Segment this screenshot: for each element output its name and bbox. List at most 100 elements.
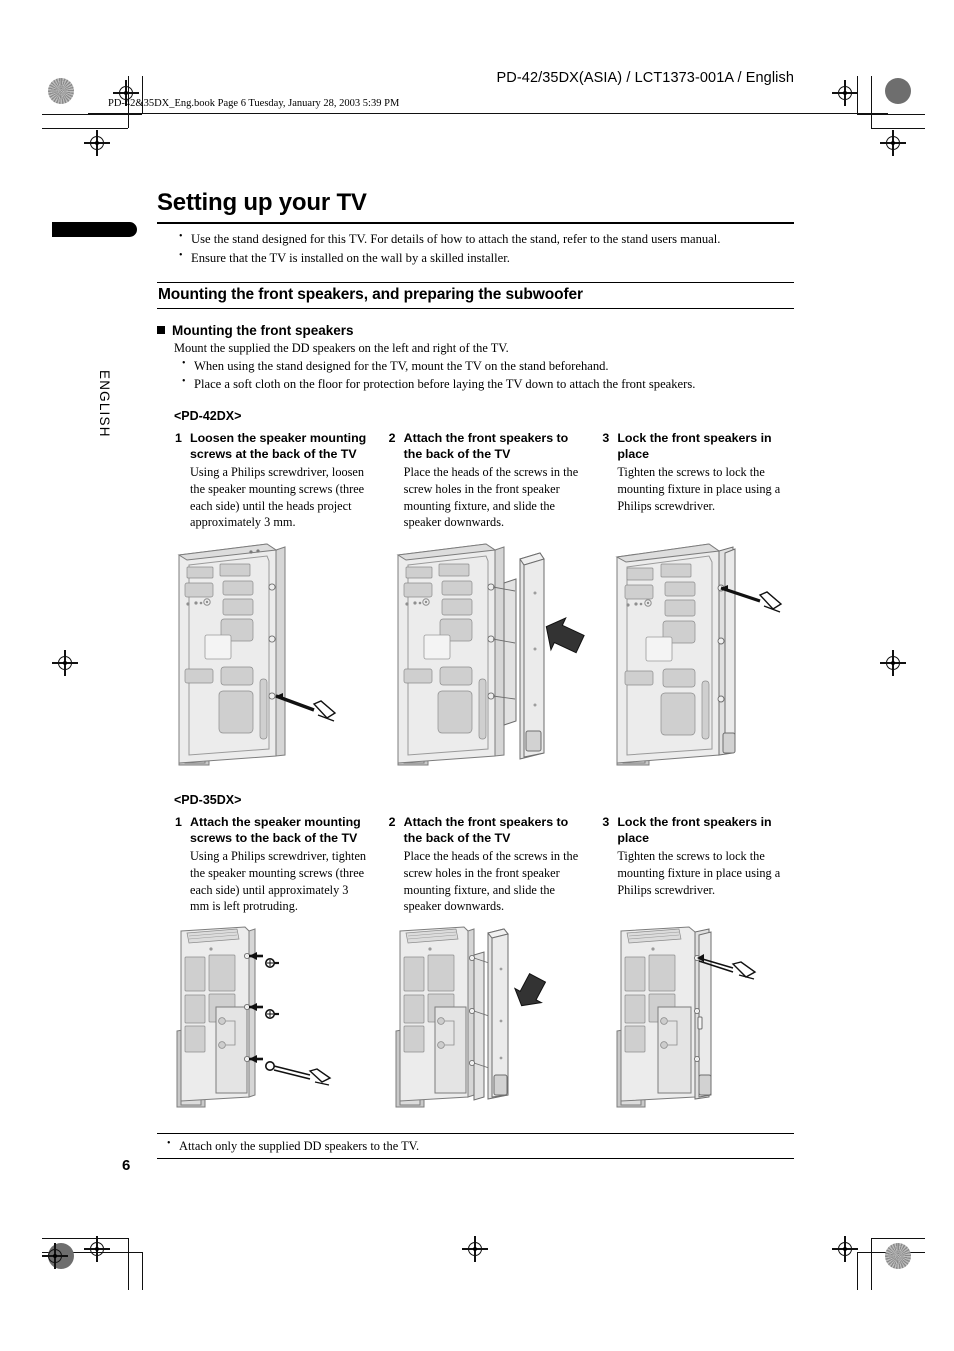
tv-back-42dx-attach-speaker-illustration	[396, 543, 585, 766]
registration-mark-bottom-left-inner	[84, 1236, 110, 1262]
footnote-text: Attach only the supplied DD speakers to …	[157, 1134, 794, 1158]
figure-pd35dx-step2	[394, 925, 591, 1115]
crop-mark-top-right-h	[857, 114, 925, 116]
step-title: Lock the front speakers in place	[617, 431, 772, 461]
crop-mark-bottom-left-h2	[42, 1238, 128, 1240]
step-header: 3 Lock the front speakers in place	[602, 815, 794, 846]
registration-mark-top-right-inner	[832, 80, 858, 106]
square-bullet-icon	[157, 325, 165, 334]
step-number: 2	[388, 815, 396, 830]
step-item: 2 Attach the front speakers to the back …	[389, 431, 581, 531]
step-number: 1	[175, 431, 182, 446]
subsection-bullet-item: Place a soft cloth on the floor for prot…	[182, 375, 794, 393]
step-body: Using a Philips screwdriver, loosen the …	[190, 465, 365, 530]
crop-mark-top-right-h2	[871, 128, 925, 130]
step-number: 2	[388, 431, 396, 446]
crop-mark-top-left-h	[42, 114, 142, 116]
step-header: 3 Lock the front speakers in place	[602, 431, 794, 462]
step-item: 3 Lock the front speakers in place Tight…	[602, 815, 794, 915]
step-number: 1	[175, 815, 182, 830]
steps-pd42dx: 1 Loosen the speaker mounting screws at …	[175, 431, 794, 531]
language-tab-label: ENGLISH	[97, 370, 112, 438]
step-header: 1 Loosen the speaker mounting screws at …	[175, 431, 367, 462]
tv-back-35dx-attach-speaker-illustration	[395, 926, 547, 1108]
step-number: 3	[602, 815, 610, 830]
step-body: Place the heads of the screws in the scr…	[403, 849, 579, 914]
step-title: Attach the front speakers to the back of…	[403, 815, 569, 845]
intro-bullet-item: Use the stand designed for this TV. For …	[179, 230, 794, 248]
step-item: 2 Attach the front speakers to the back …	[389, 815, 581, 915]
page-title: Setting up your TV	[157, 189, 367, 216]
subsection-bullet-item: When using the stand designed for the TV…	[182, 357, 794, 375]
chapter-tab-marker	[52, 222, 137, 237]
registration-mark-left-middle	[52, 650, 78, 676]
step-body: Tighten the screws to lock the mounting …	[617, 465, 781, 513]
step-title: Attach the front speakers to the back of…	[403, 431, 569, 461]
page-number: 6	[122, 1157, 131, 1174]
intro-bullet-list: Use the stand designed for this TV. For …	[157, 230, 794, 267]
subsection-mounting-front-speakers: Mounting the front speakers Mount the su…	[157, 323, 794, 1115]
step-item: 3 Lock the front speakers in place Tight…	[602, 431, 794, 531]
registration-mark-right-middle	[880, 650, 906, 676]
crop-mark-top-right-v2	[871, 76, 873, 128]
page-content: Setting up your TV Use the stand designe…	[157, 189, 794, 1160]
figures-pd42dx	[175, 541, 794, 773]
model-label-pd35dx: <PD-35DX>	[174, 793, 242, 808]
figure-pd35dx-step3	[613, 925, 810, 1115]
registration-mark-top-left-outer	[84, 130, 110, 156]
step-header: 2 Attach the front speakers to the back …	[389, 815, 581, 846]
registration-mark-bottom-right-inner	[832, 1236, 858, 1262]
step-header: 1 Attach the speaker mounting screws to …	[175, 815, 367, 846]
down-arrow-icon	[545, 617, 585, 654]
crop-mark-bottom-right-v	[857, 1252, 859, 1290]
tv-back-35dx-attach-screws-illustration	[176, 926, 332, 1108]
color-patch-top-right	[885, 78, 911, 104]
title-rule	[157, 221, 794, 225]
figure-pd42dx-step3	[613, 541, 810, 773]
manual-page: PD-42/35DX(ASIA) / LCT1373-001A / Englis…	[0, 0, 954, 1351]
subsection-bullet-list: When using the stand designed for the TV…	[174, 357, 794, 394]
step-title: Lock the front speakers in place	[617, 815, 772, 845]
down-arrow-icon	[513, 973, 547, 1007]
figure-pd35dx-step1	[175, 925, 372, 1115]
book-info-underline	[88, 112, 888, 114]
step-number: 3	[602, 431, 610, 446]
figures-pd35dx	[175, 925, 794, 1115]
crop-mark-top-left-h2	[42, 128, 128, 130]
step-body: Using a Philips screwdriver, tighten the…	[190, 849, 367, 914]
subsection-heading-text: Mounting the front speakers	[172, 322, 354, 338]
step-item: 1 Attach the speaker mounting screws to …	[175, 815, 367, 915]
crop-mark-bottom-left-v2	[128, 1238, 130, 1290]
steps-pd35dx: 1 Attach the speaker mounting screws to …	[175, 815, 794, 915]
registration-mark-top-right-outer	[880, 130, 906, 156]
color-patch-top-left	[48, 78, 74, 104]
color-patch-bottom-right	[885, 1243, 911, 1269]
section-rule-bottom	[157, 307, 794, 309]
model-label-pd42dx: <PD-42DX>	[174, 409, 242, 424]
step-header: 2 Attach the front speakers to the back …	[389, 431, 581, 462]
tv-back-42dx-tighten-screws-illustration	[615, 543, 783, 766]
crop-mark-bottom-right-v2	[871, 1238, 873, 1290]
step-title: Attach the speaker mounting screws to th…	[190, 815, 361, 845]
color-patch-bottom-left	[48, 1243, 74, 1269]
subsection-intro: Mount the supplied the DD speakers on th…	[174, 340, 509, 355]
tv-back-35dx-tighten-screws-illustration	[616, 926, 757, 1108]
footnote-block: Attach only the supplied DD speakers to …	[157, 1133, 794, 1160]
document-header-model: PD-42/35DX(ASIA) / LCT1373-001A / Englis…	[496, 70, 794, 86]
section-heading: Mounting the front speakers, and prepari…	[158, 285, 583, 303]
figure-pd42dx-step2	[394, 541, 591, 773]
tv-back-42dx-loosen-screws-illustration	[177, 543, 337, 766]
subsection-heading: Mounting the front speakers	[157, 323, 794, 338]
crop-mark-bottom-left-v	[142, 1252, 144, 1290]
step-body: Tighten the screws to lock the mounting …	[617, 849, 781, 897]
crop-mark-top-right-v	[857, 76, 859, 114]
intro-bullet-item: Ensure that the TV is installed on the w…	[179, 249, 794, 267]
step-body: Place the heads of the screws in the scr…	[403, 465, 579, 530]
step-item: 1 Loosen the speaker mounting screws at …	[175, 431, 367, 531]
footnote-rule-bottom	[157, 1158, 794, 1160]
book-file-info: PD-42&35DX_Eng.book Page 6 Tuesday, Janu…	[108, 98, 400, 109]
screwdriver-icon	[249, 1055, 332, 1086]
registration-mark-bottom-center	[462, 1236, 488, 1262]
figure-pd42dx-step1	[175, 541, 372, 773]
crop-mark-bottom-right-h2	[871, 1238, 925, 1240]
